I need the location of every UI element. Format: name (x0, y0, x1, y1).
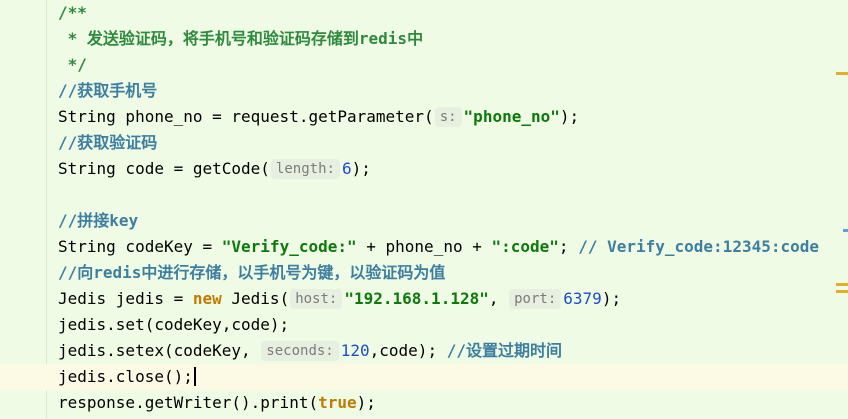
code-line-content: String codeKey = "Verify_code:" + phone_… (58, 234, 819, 260)
parameter-hint: s: (434, 107, 462, 127)
code-token: , (488, 289, 509, 308)
code-line-content: jedis.close(); (58, 364, 196, 390)
code-line-content: Jedis jedis = new Jedis(host: "192.168.1.… (58, 286, 621, 312)
code-line[interactable]: //向redis中进行存储，以手机号为键，以验证码为值 (0, 260, 848, 286)
keyword-token: true (318, 393, 357, 412)
string-literal: "phone_no" (463, 107, 560, 126)
warning-marker[interactable] (836, 283, 848, 286)
code-token: + phone_no + (356, 237, 492, 256)
code-line-content: */ (58, 52, 87, 78)
code-line[interactable]: Jedis jedis = new Jedis(host: "192.168.1.… (0, 286, 848, 312)
code-line-content: response.getWriter().print(true); (58, 390, 376, 416)
code-token: jedis.set(codeKey,code); (58, 315, 290, 334)
code-token: Jedis jedis = (58, 289, 193, 308)
code-token: ; (558, 237, 579, 256)
string-literal: ":code" (491, 237, 559, 256)
code-token: ); (356, 393, 376, 412)
string-literal: "Verify_code:" (221, 237, 357, 256)
code-line[interactable]: /** (0, 0, 848, 26)
comment-token: //向redis中进行存储，以手机号为键，以验证码为值 (58, 263, 446, 282)
code-line[interactable]: response.getWriter().print(true); (0, 390, 848, 416)
string-literal: "192.168.1.128" (344, 289, 489, 308)
code-line-content: //向redis中进行存储，以手机号为键，以验证码为值 (58, 260, 445, 286)
code-token: ); (601, 289, 622, 308)
parameter-hint: seconds: (261, 341, 339, 361)
comment-token: // Verify_code:12345:code (578, 237, 820, 256)
comment-token: //获取手机号 (58, 81, 158, 100)
parameter-hint: host: (290, 289, 343, 309)
code-token: Jedis( (221, 289, 290, 308)
warning-marker[interactable] (836, 290, 848, 293)
code-token: ); (351, 159, 371, 178)
code-line[interactable]: String code = getCode(length: 6); (0, 156, 848, 182)
parameter-hint: port: (509, 289, 562, 309)
code-line-content: String code = getCode(length: 6); (58, 156, 371, 182)
code-token: jedis.close(); (58, 367, 193, 386)
code-line[interactable] (0, 182, 848, 208)
doc-comment-token: * 发送验证码，将手机号和验证码存储到redis中 (58, 29, 424, 48)
code-line-current[interactable]: jedis.close(); (0, 364, 848, 390)
code-line-content: jedis.setex(codeKey, seconds: 120,code); … (58, 338, 562, 364)
comment-token: //获取验证码 (58, 133, 158, 152)
code-line-content: * 发送验证码，将手机号和验证码存储到redis中 (58, 26, 423, 52)
comment-token: //设置过期时间 (446, 341, 562, 360)
code-line[interactable]: */ (0, 52, 848, 78)
code-line-content: //拼接key (58, 208, 138, 234)
code-line[interactable]: //获取手机号 (0, 78, 848, 104)
code-token: String phone_no = request.getParameter( (58, 107, 434, 126)
number-literal: 6 (341, 159, 352, 178)
code-line-content: //获取验证码 (58, 130, 157, 156)
doc-comment-token: */ (58, 55, 87, 74)
number-literal: 6379 (563, 289, 602, 308)
parameter-hint: length: (270, 159, 340, 179)
code-line-content: /** (58, 0, 87, 26)
code-line[interactable]: jedis.set(codeKey,code); (0, 312, 848, 338)
code-token: response.getWriter().print( (58, 393, 319, 412)
code-token: String code = getCode( (58, 159, 270, 178)
code-line-content: jedis.set(codeKey,code); (58, 312, 289, 338)
info-marker[interactable] (843, 229, 848, 232)
code-token: String codeKey = (58, 237, 222, 256)
code-line[interactable]: jedis.setex(codeKey, seconds: 120,code); … (0, 338, 848, 364)
code-line[interactable]: //拼接key (0, 208, 848, 234)
code-token: jedis.setex(codeKey, (58, 341, 261, 360)
code-token: ); (559, 107, 580, 126)
code-line-content: //获取手机号 (58, 78, 157, 104)
comment-token: //拼接key (58, 211, 139, 230)
keyword-token: new (192, 289, 222, 308)
code-token: ,code); (369, 341, 447, 360)
code-line-content: String phone_no = request.getParameter(s… (58, 104, 579, 130)
text-cursor (193, 367, 196, 386)
code-line[interactable]: * 发送验证码，将手机号和验证码存储到redis中 (0, 26, 848, 52)
doc-comment-token: /** (58, 3, 87, 22)
code-line[interactable]: String phone_no = request.getParameter(s… (0, 104, 848, 130)
warning-marker[interactable] (836, 72, 848, 75)
number-literal: 120 (340, 341, 370, 360)
code-line[interactable]: //获取验证码 (0, 130, 848, 156)
code-editor[interactable]: /** * 发送验证码，将手机号和验证码存储到redis中 */ //获取手机号 S… (0, 0, 848, 419)
code-line[interactable]: String codeKey = "Verify_code:" + phone_… (0, 234, 848, 260)
